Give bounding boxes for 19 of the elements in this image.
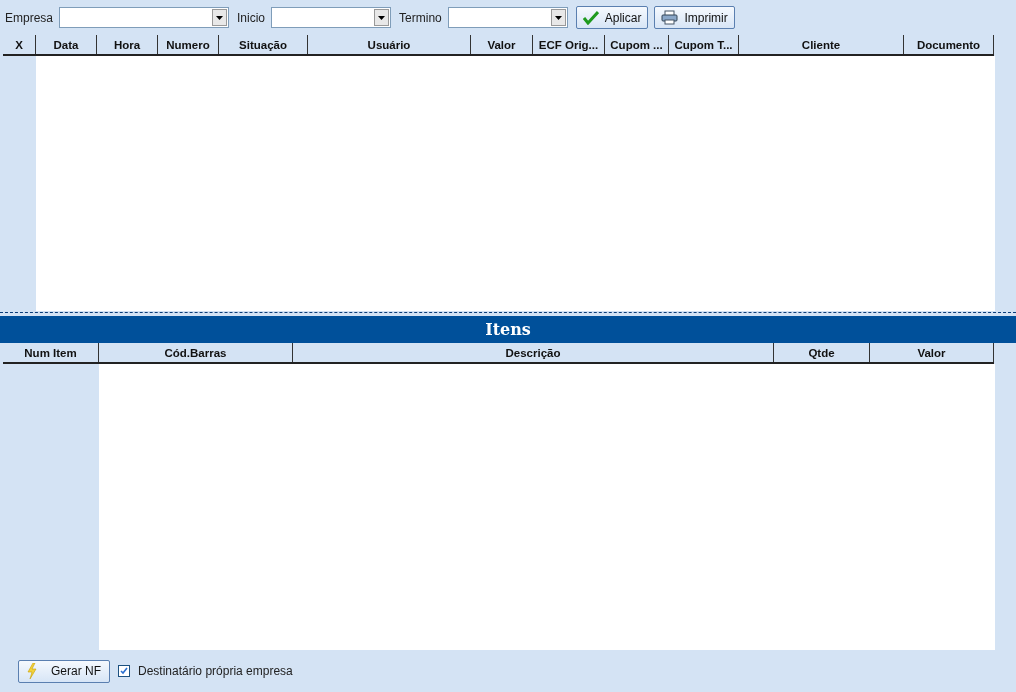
section-title: Itens [485, 320, 531, 339]
checkbox[interactable] [118, 665, 130, 677]
dropdown-arrow-icon [216, 15, 224, 20]
date-dropdown[interactable] [59, 7, 230, 28]
check-icon [582, 10, 599, 25]
dropdown-arrow-icon [378, 15, 386, 20]
checkmark-icon [120, 667, 128, 675]
generate-button[interactable]: Gerar NF [18, 659, 110, 683]
filter-label: Inicio [237, 10, 266, 25]
print-button[interactable]: Imprimir [654, 6, 735, 29]
dropdown-arrow-icon [554, 15, 562, 20]
date-dropdown[interactable] [447, 7, 568, 28]
lightning-icon [27, 663, 37, 679]
date-dropdown[interactable] [271, 7, 392, 28]
filter-label: Empresa [5, 10, 54, 25]
filter-label: Termino [399, 10, 442, 25]
printer-icon [661, 10, 679, 25]
checkbox-label: Destinatário própria empresa [138, 664, 293, 678]
apply-button[interactable]: Aplicar [575, 6, 649, 29]
